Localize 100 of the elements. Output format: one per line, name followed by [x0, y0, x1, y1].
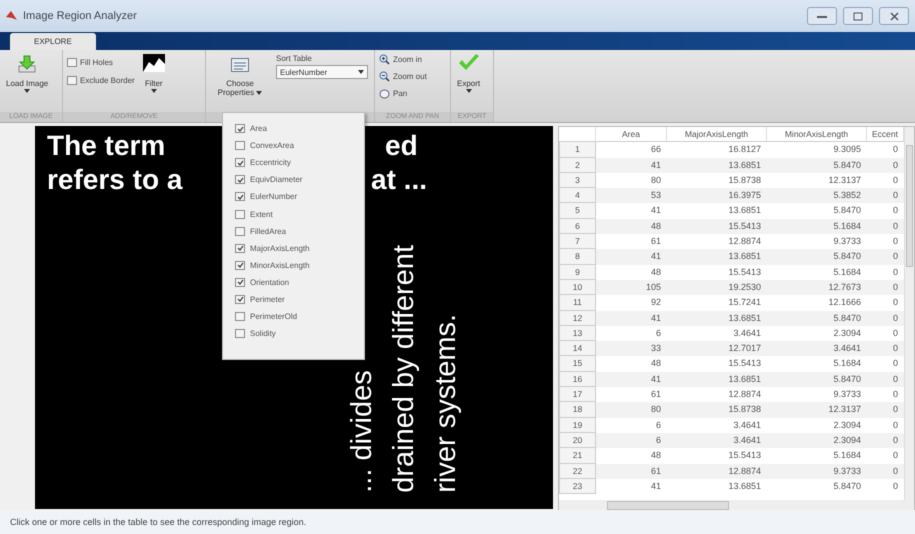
row-header[interactable]: 16: [559, 372, 596, 388]
table-cell[interactable]: 13.6851: [667, 372, 767, 388]
checkbox[interactable]: [235, 124, 245, 134]
table-cell[interactable]: 0: [867, 372, 904, 388]
row-header[interactable]: 19: [559, 418, 596, 433]
choose-properties-button[interactable]: Choose Properties: [210, 54, 270, 97]
export-button[interactable]: Export: [455, 54, 482, 93]
table-cell[interactable]: 66: [596, 142, 667, 158]
filter-button[interactable]: Filter: [140, 54, 167, 93]
table-cell[interactable]: 5.3852: [767, 188, 867, 204]
checkbox[interactable]: [235, 278, 245, 287]
checkbox[interactable]: [67, 58, 77, 67]
property-menu-item[interactable]: MajorAxisLength: [223, 240, 364, 257]
table-cell[interactable]: 13.6851: [667, 310, 767, 326]
table-cell[interactable]: 3.4641: [767, 341, 867, 356]
table-cell[interactable]: 61: [596, 234, 667, 250]
table-cell[interactable]: 41: [596, 478, 667, 494]
table-cell[interactable]: 61: [596, 387, 667, 402]
table-cell[interactable]: 0: [867, 387, 904, 402]
property-menu-item[interactable]: Eccentricity: [223, 154, 364, 172]
table-cell[interactable]: 13.6851: [667, 249, 767, 265]
table-cell[interactable]: 12.8874: [667, 387, 767, 402]
option-checkbox[interactable]: Fill Holes: [67, 58, 135, 67]
table-cell[interactable]: 0: [867, 218, 904, 234]
row-header[interactable]: 20: [559, 432, 596, 448]
row-header[interactable]: 15: [559, 356, 596, 372]
table-cell[interactable]: 13.6851: [667, 203, 767, 219]
row-header[interactable]: 11: [559, 295, 596, 311]
checkbox[interactable]: [235, 210, 245, 219]
row-header[interactable]: 1: [559, 142, 596, 158]
table-cell[interactable]: 15.5413: [667, 448, 767, 464]
table-cell[interactable]: 0: [867, 295, 904, 311]
table-cell[interactable]: 19.2530: [667, 280, 767, 296]
table-cell[interactable]: 0: [867, 448, 904, 464]
checkbox[interactable]: [235, 244, 245, 253]
maximize-button[interactable]: [843, 7, 873, 25]
table-cell[interactable]: 16.3975: [667, 188, 767, 204]
table-cell[interactable]: 5.1684: [767, 264, 867, 280]
table-cell[interactable]: 9.3095: [767, 142, 867, 158]
table-cell[interactable]: 5.1684: [767, 448, 867, 464]
property-menu-item[interactable]: Area: [223, 120, 364, 138]
table-cell[interactable]: 6: [596, 432, 667, 448]
row-header[interactable]: 2: [559, 158, 596, 173]
table-cell[interactable]: 6: [596, 326, 667, 342]
property-menu-item[interactable]: MinorAxisLength: [223, 256, 364, 274]
row-header[interactable]: 7: [559, 234, 596, 250]
table-cell[interactable]: 92: [596, 295, 667, 311]
property-menu-item[interactable]: FilledArea: [223, 222, 364, 240]
table-cell[interactable]: 61: [596, 464, 667, 479]
table-cell[interactable]: 0: [867, 478, 904, 494]
row-header[interactable]: 22: [559, 464, 596, 479]
property-menu-item[interactable]: EulerNumber: [223, 188, 364, 206]
table-cell[interactable]: 48: [596, 448, 667, 464]
table-cell[interactable]: 2.3094: [767, 432, 867, 448]
checkbox[interactable]: [235, 141, 245, 150]
table-cell[interactable]: 12.7017: [667, 341, 767, 356]
ribbon-tab[interactable]: EXPLORE: [10, 33, 96, 50]
table-cell[interactable]: 12.8874: [667, 234, 767, 250]
row-header[interactable]: 8: [559, 249, 596, 265]
table-cell[interactable]: 41: [596, 249, 667, 265]
row-header[interactable]: 9: [559, 264, 596, 280]
checkbox[interactable]: [235, 294, 245, 304]
row-header[interactable]: 4: [559, 188, 596, 204]
checkbox[interactable]: [235, 192, 245, 202]
table-cell[interactable]: 5.8470: [767, 372, 867, 388]
table-cell[interactable]: 48: [596, 264, 667, 280]
table-cell[interactable]: 12.3137: [767, 172, 867, 188]
column-header[interactable]: Area: [596, 127, 667, 142]
table-cell[interactable]: 0: [867, 172, 904, 188]
table-cell[interactable]: 3.4641: [667, 418, 767, 433]
table-cell[interactable]: 15.5413: [667, 356, 767, 372]
checkbox[interactable]: [235, 260, 245, 270]
checkbox[interactable]: [235, 158, 245, 168]
checkbox[interactable]: [67, 76, 77, 85]
close-button[interactable]: [879, 7, 909, 25]
table-cell[interactable]: 41: [596, 158, 667, 173]
table-cell[interactable]: 0: [867, 432, 904, 448]
table-cell[interactable]: 41: [596, 203, 667, 219]
row-header[interactable]: 17: [559, 387, 596, 402]
table-cell[interactable]: 3.4641: [667, 326, 767, 342]
table-cell[interactable]: 0: [867, 280, 904, 296]
load-image-button[interactable]: Load Image: [4, 54, 50, 93]
table-cell[interactable]: 48: [596, 218, 667, 234]
checkbox[interactable]: [235, 312, 245, 322]
table-cell[interactable]: 105: [596, 280, 667, 296]
table-cell[interactable]: 9.3733: [767, 464, 867, 479]
row-header[interactable]: 21: [559, 448, 596, 464]
property-menu-item[interactable]: PerimeterOld: [223, 308, 364, 326]
checkbox[interactable]: [235, 329, 245, 338]
table-cell[interactable]: 16.8127: [667, 142, 767, 158]
table-cell[interactable]: 5.8470: [767, 478, 867, 494]
sort-dropdown[interactable]: EulerNumber: [276, 65, 368, 79]
property-menu-item[interactable]: Perimeter: [223, 290, 364, 308]
table-cell[interactable]: 5.8470: [767, 203, 867, 219]
table-cell[interactable]: 0: [867, 402, 904, 418]
horizontal-scrollbar[interactable]: [559, 500, 914, 510]
table-cell[interactable]: 0: [867, 418, 904, 433]
table-cell[interactable]: 2.3094: [767, 418, 867, 433]
table-cell[interactable]: 0: [867, 264, 904, 280]
table-cell[interactable]: 13.6851: [667, 158, 767, 173]
